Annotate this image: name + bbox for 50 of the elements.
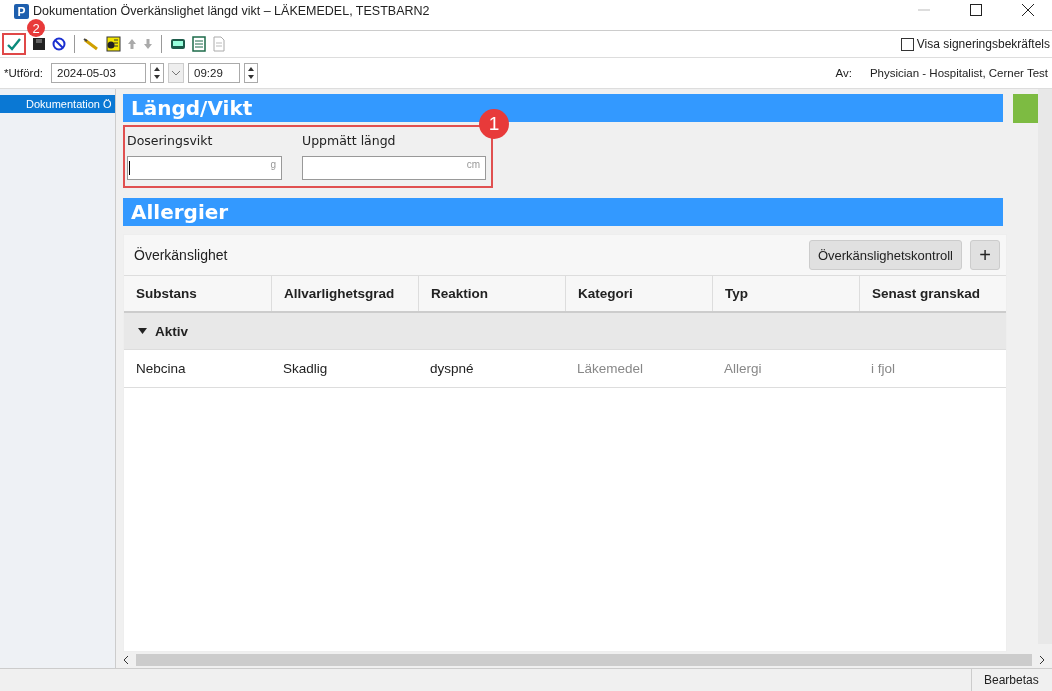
table-cell-text: dyspné: [429, 360, 475, 378]
calculator-icon[interactable]: [170, 37, 186, 51]
horizontal-scrollbar[interactable]: [136, 654, 1032, 666]
save-icon[interactable]: [32, 37, 46, 51]
column-header[interactable]: Substans: [124, 276, 271, 311]
column-header[interactable]: Kategori: [565, 276, 712, 311]
author-value: Physician - Hospitalist, Cerner Test: [869, 67, 1048, 79]
time-spinner[interactable]: [244, 63, 258, 83]
chevron-icon: [171, 70, 181, 76]
table-cell-text: Skadlig: [282, 360, 329, 378]
panel-title: Överkänslighet: [134, 247, 228, 263]
checkbox[interactable]: [900, 37, 914, 51]
scroll-left-icon[interactable]: [122, 655, 130, 665]
vertical-scrollbar[interactable]: [1038, 89, 1052, 644]
sidebar-item[interactable]: Dokumentation Ö: [0, 95, 115, 113]
checkmark-icon: [7, 37, 21, 51]
app-logo-icon: P: [14, 4, 29, 19]
column-header[interactable]: Reaktion: [418, 276, 565, 311]
checkbox-label: Visa signeringsbekräftels: [916, 37, 1050, 51]
section-header: Allergier: [123, 198, 1003, 226]
list-icon[interactable]: [192, 36, 206, 52]
close-icon[interactable]: [1022, 4, 1034, 16]
status-text: Bearbetas: [971, 669, 1052, 691]
date-spinner[interactable]: [150, 63, 164, 83]
column-header[interactable]: Senast granskad: [859, 276, 1006, 311]
scroll-right-icon[interactable]: [1038, 655, 1046, 665]
group-label: Aktiv: [155, 323, 188, 339]
performed-label: *Utförd:: [4, 67, 43, 79]
table-cell-text: Läkemedel: [576, 360, 645, 378]
maximize-icon[interactable]: [970, 4, 982, 16]
cancel-icon[interactable]: [52, 37, 66, 51]
check-button[interactable]: Överkänslighetskontroll: [808, 240, 962, 270]
group-row[interactable]: Aktiv: [124, 313, 1006, 350]
field-label: Uppmätt längd: [302, 133, 397, 148]
table-cell-text: Allergi: [723, 360, 763, 378]
column-header[interactable]: Typ: [712, 276, 859, 311]
time-field[interactable]: 09:29: [188, 63, 240, 83]
notes-icon[interactable]: [105, 36, 121, 52]
callout-badge: 2: [27, 19, 45, 37]
sign-button[interactable]: [2, 33, 26, 55]
pencil-icon[interactable]: [83, 37, 99, 51]
column-header[interactable]: Allvarlighetsgrad: [271, 276, 418, 311]
table-cell-text: Nebcina: [135, 360, 187, 378]
author-label: Av:: [835, 67, 852, 79]
field-label: Doseringsvikt: [127, 133, 214, 148]
calendar-dropdown[interactable]: [168, 63, 184, 83]
add-button[interactable]: +: [970, 240, 1000, 270]
window-title: Dokumentation Överkänslighet längd vikt – LÄKEMEDEL, TESTBARN2: [33, 4, 430, 18]
date-field[interactable]: 2024-05-03: [51, 63, 146, 83]
table-cell-text: i fjol: [870, 360, 896, 378]
